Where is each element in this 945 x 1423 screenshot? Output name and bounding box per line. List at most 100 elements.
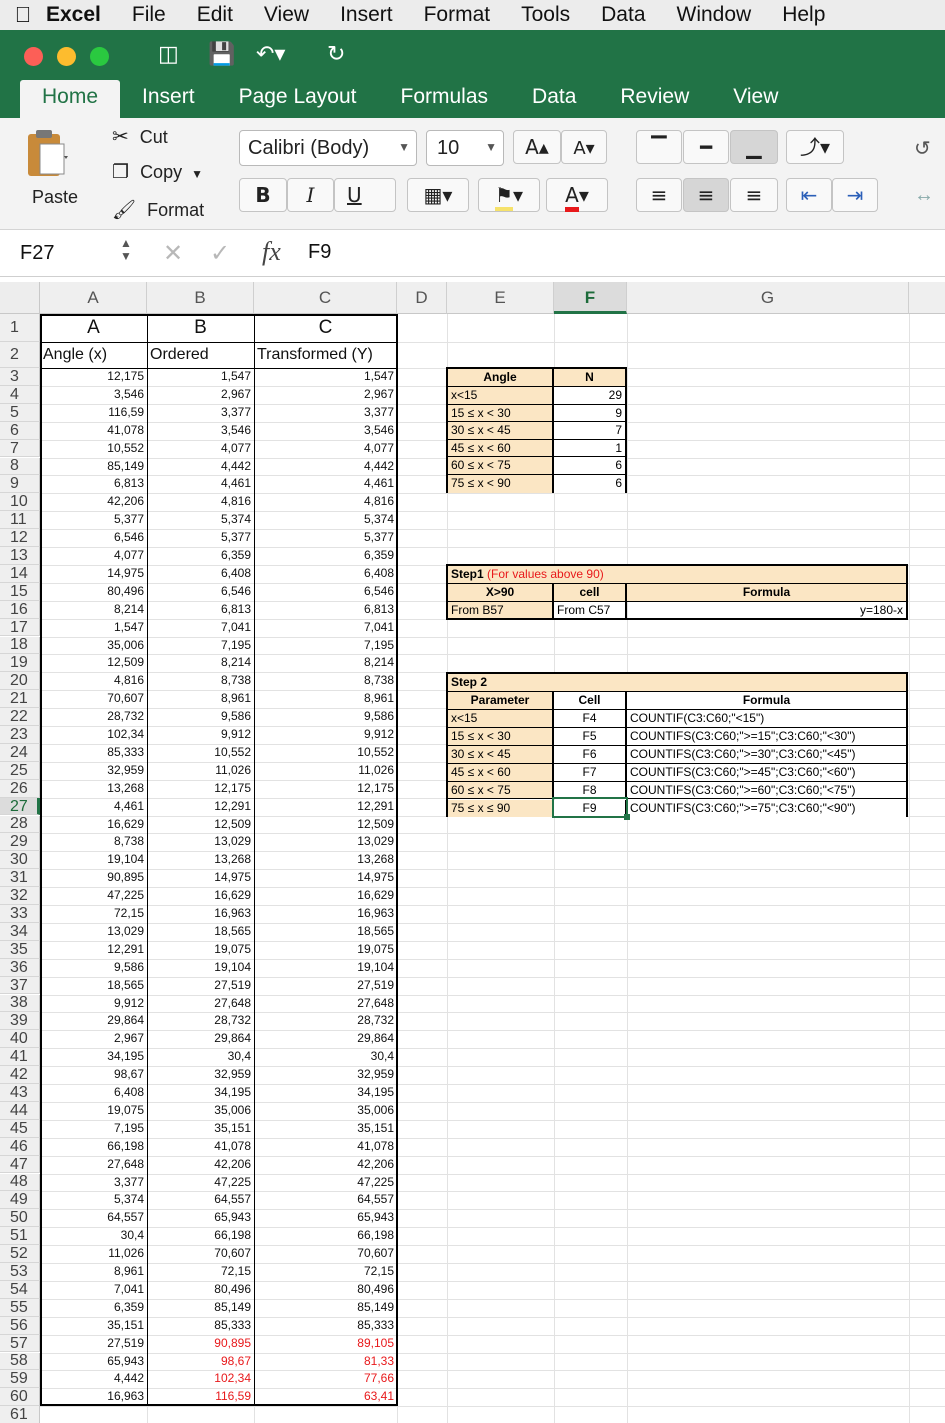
data-cell[interactable]: 34,195	[254, 1084, 397, 1102]
orientation-button[interactable]: ⤴▾	[786, 130, 844, 164]
data-cell[interactable]: 13,268	[147, 851, 254, 869]
row-header[interactable]: 12	[0, 529, 40, 547]
data-cell[interactable]: 19,104	[147, 959, 254, 977]
data-cell[interactable]: 19,075	[147, 941, 254, 959]
row-header[interactable]: 18	[0, 636, 40, 655]
data-cell[interactable]: 77,66	[254, 1370, 397, 1388]
data-cell[interactable]: 70,607	[40, 690, 147, 708]
data-cell[interactable]: 11,026	[40, 1245, 147, 1263]
data-cell[interactable]: 28,732	[254, 1012, 397, 1030]
row-header[interactable]: 24	[0, 743, 40, 762]
data-cell[interactable]: 18,565	[254, 923, 397, 941]
data-cell[interactable]: 6,408	[254, 565, 397, 583]
data-cell[interactable]: 5,377	[147, 529, 254, 547]
data-cell[interactable]: 35,151	[147, 1120, 254, 1138]
row-header[interactable]: 15	[0, 582, 40, 601]
data-cell[interactable]: 13,029	[254, 833, 397, 851]
formula-input[interactable]: F9	[308, 241, 331, 264]
angle-count-cell[interactable]: 7	[554, 422, 625, 440]
merge-icon[interactable]: ↔	[914, 184, 934, 207]
data-cell[interactable]: 8,961	[40, 1263, 147, 1281]
data-cell[interactable]: 16,963	[147, 905, 254, 923]
data-cell[interactable]: 32,959	[147, 1066, 254, 1084]
row-header[interactable]: 6	[0, 421, 40, 440]
step2-cell-ref[interactable]: F4	[554, 710, 627, 728]
data-cell[interactable]: 85,149	[147, 1299, 254, 1317]
data-cell[interactable]: 14,975	[254, 869, 397, 887]
step2-formula-cell[interactable]: COUNTIFS(C3:C60;">=30";C3:C60;"<45")	[627, 745, 906, 764]
row-header[interactable]: 4	[0, 385, 40, 404]
data-cell[interactable]: 102,34	[40, 726, 147, 744]
data-cell[interactable]: 16,963	[40, 1388, 147, 1406]
data-cell[interactable]: 4,442	[40, 1370, 147, 1388]
data-cell[interactable]: 64,557	[254, 1191, 397, 1209]
column-header-c[interactable]: C	[254, 282, 397, 314]
data-cell[interactable]: 90,895	[147, 1335, 254, 1353]
menu-edit[interactable]: Edit	[197, 3, 233, 27]
angle-count-cell[interactable]: 6	[554, 475, 625, 493]
row-header[interactable]: 30	[0, 851, 40, 870]
data-cell[interactable]: 27,648	[147, 995, 254, 1013]
step2-title[interactable]: Step 2	[448, 674, 906, 692]
cut-button[interactable]: ✂ Cut	[112, 124, 168, 149]
data-cell[interactable]: 47,225	[254, 1174, 397, 1192]
tab-formulas[interactable]: Formulas	[379, 80, 511, 118]
step2-formula-cell[interactable]: COUNTIFS(C3:C60;">=45";C3:C60;"<60")	[627, 763, 906, 782]
data-cell[interactable]: 13,268	[254, 851, 397, 869]
minimize-window-button[interactable]	[57, 47, 76, 66]
data-cell[interactable]: 18,565	[147, 923, 254, 941]
row-header[interactable]: 54	[0, 1280, 40, 1299]
data-cell[interactable]: 42,206	[40, 493, 147, 511]
data-cell[interactable]: 7,041	[40, 1281, 147, 1299]
data-cell[interactable]: 2,967	[40, 1030, 147, 1048]
align-left-button[interactable]: ≡	[636, 178, 682, 212]
data-cell[interactable]: 12,175	[40, 368, 147, 386]
data-cell[interactable]: 41,078	[40, 422, 147, 440]
data-cell[interactable]: 4,442	[254, 458, 397, 476]
decrease-indent-button[interactable]: ⇤	[786, 178, 832, 212]
angle-count-cell[interactable]: 9	[554, 404, 625, 423]
data-cell[interactable]: 30,4	[254, 1048, 397, 1066]
data-cell[interactable]: 85,333	[147, 1317, 254, 1335]
data-cell[interactable]: 5,374	[147, 511, 254, 529]
data-cell[interactable]: 6,546	[40, 529, 147, 547]
step1-formula[interactable]: y=180-x	[627, 602, 906, 618]
data-cell[interactable]: 5,377	[40, 511, 147, 529]
row-header[interactable]: 49	[0, 1191, 40, 1210]
row-header[interactable]: 23	[0, 726, 40, 744]
row-header[interactable]: 40	[0, 1030, 40, 1049]
data-cell[interactable]: 1,547	[147, 368, 254, 386]
data-cell[interactable]: 6,359	[40, 1299, 147, 1317]
step2-cell-ref[interactable]: F5	[554, 727, 627, 746]
data-cell[interactable]: 72,15	[254, 1263, 397, 1281]
data-cell[interactable]: 8,214	[254, 654, 397, 672]
data-cell[interactable]: 16,963	[254, 905, 397, 923]
data-cell[interactable]: 47,225	[40, 887, 147, 905]
active-cell-selection[interactable]	[552, 797, 630, 820]
row-header[interactable]: 32	[0, 887, 40, 905]
menu-window[interactable]: Window	[677, 3, 752, 27]
data-cell[interactable]: 27,519	[254, 977, 397, 995]
data-cell[interactable]: 7,195	[147, 637, 254, 655]
data-cell[interactable]: 2,967	[254, 386, 397, 404]
row-header[interactable]: 41	[0, 1048, 40, 1067]
data-cell[interactable]: 14,975	[40, 565, 147, 583]
row-header[interactable]: 14	[0, 564, 40, 583]
data-cell[interactable]: 85,333	[40, 744, 147, 762]
tab-insert[interactable]: Insert	[120, 80, 217, 118]
row-header[interactable]: 17	[0, 618, 40, 637]
data-cell[interactable]: 89,105	[254, 1335, 397, 1353]
row-header[interactable]: 10	[0, 493, 40, 512]
row-header[interactable]: 21	[0, 690, 40, 709]
data-cell[interactable]: 90,895	[40, 869, 147, 887]
data-cell[interactable]: 7,195	[40, 1120, 147, 1138]
data-cell[interactable]: 65,943	[254, 1209, 397, 1227]
step2-header-cell[interactable]: Cell	[554, 692, 627, 710]
step1-from-b[interactable]: From B57	[448, 602, 554, 618]
name-box-stepper-icon[interactable]: ▲ ▼	[120, 237, 132, 263]
italic-button[interactable]: I	[287, 178, 334, 212]
data-cell[interactable]: 30,4	[147, 1048, 254, 1066]
data-cell[interactable]: 19,075	[40, 1102, 147, 1120]
data-cell[interactable]: 19,104	[254, 959, 397, 977]
data-cell[interactable]: 27,648	[254, 995, 397, 1013]
